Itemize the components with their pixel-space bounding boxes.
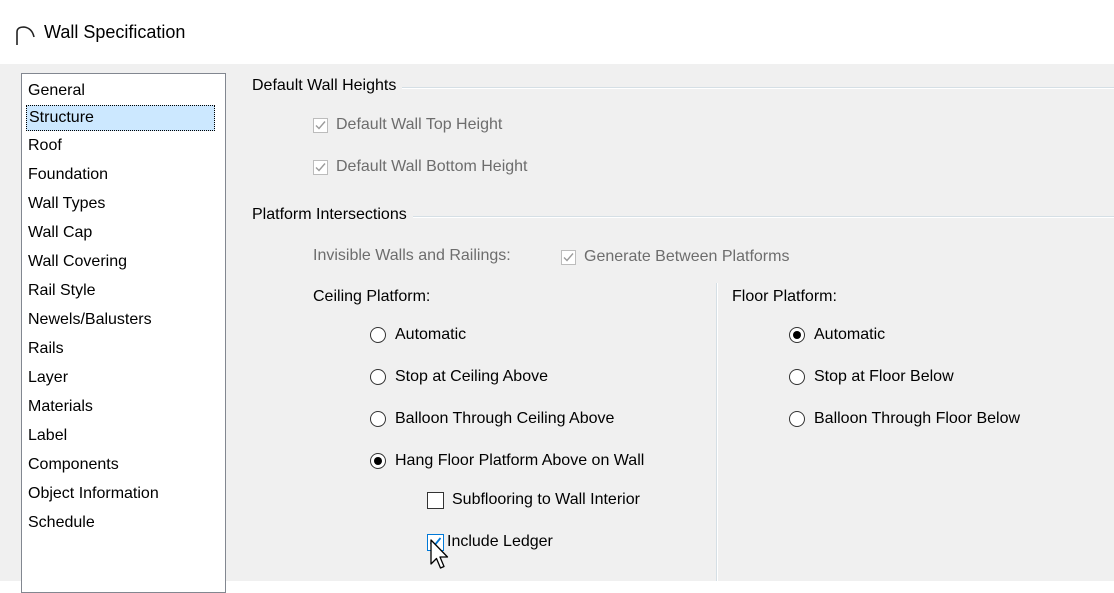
- ceiling-radio-hang-floor-platform[interactable]: Hang Floor Platform Above on Wall: [370, 449, 644, 473]
- category-item-newels-balusters[interactable]: Newels/Balusters: [26, 307, 154, 333]
- ceiling-platform-label: Ceiling Platform:: [313, 288, 431, 305]
- checkbox-label: Include Ledger: [447, 533, 553, 550]
- category-item-label[interactable]: Label: [26, 423, 69, 449]
- radio-selected-dot: [793, 331, 801, 339]
- floor-radio-balloon-through[interactable]: Balloon Through Floor Below: [789, 407, 1020, 431]
- ceiling-radio-automatic[interactable]: Automatic: [370, 323, 466, 347]
- category-item-foundation[interactable]: Foundation: [26, 162, 110, 188]
- floor-radio-stop-at-floor-below[interactable]: Stop at Floor Below: [789, 365, 954, 389]
- group-label-platform-intersections: Platform Intersections: [252, 206, 413, 224]
- radio-label: Hang Floor Platform Above on Wall: [395, 452, 645, 469]
- radio-selected-dot: [374, 457, 382, 465]
- group-label-wall-heights: Default Wall Heights: [252, 77, 403, 95]
- radio-circle: [370, 369, 386, 385]
- category-item-rails[interactable]: Rails: [26, 336, 66, 362]
- radio-label: Balloon Through Floor Below: [814, 410, 1021, 427]
- radio-label: Automatic: [395, 326, 467, 343]
- radio-circle: [370, 411, 386, 427]
- arch-icon: [16, 26, 35, 45]
- category-item-rail-style[interactable]: Rail Style: [26, 278, 98, 304]
- radio-circle: [789, 327, 805, 343]
- checkbox-label: Generate Between Platforms: [584, 248, 790, 265]
- generate-between-platforms-checkbox[interactable]: Generate Between Platforms: [561, 245, 789, 269]
- window-title: Wall Specification: [44, 22, 186, 42]
- checkbox-label: Default Wall Top Height: [336, 116, 503, 133]
- invisible-walls-label: Invisible Walls and Railings:: [313, 247, 511, 264]
- radio-label: Stop at Floor Below: [814, 368, 954, 385]
- floor-radio-automatic[interactable]: Automatic: [789, 323, 885, 347]
- checkbox-box: [427, 491, 444, 509]
- checkbox-label: Subflooring to Wall Interior: [452, 491, 640, 508]
- radio-circle: [789, 369, 805, 385]
- category-item-layer[interactable]: Layer: [26, 365, 70, 391]
- title-bar: Wall Specification: [0, 0, 1114, 64]
- category-item-schedule[interactable]: Schedule: [26, 510, 97, 536]
- checkbox-box: [313, 117, 328, 133]
- checkbox-box: [561, 249, 576, 265]
- category-item-object-information[interactable]: Object Information: [26, 481, 161, 507]
- checkbox-label: Default Wall Bottom Height: [336, 158, 528, 175]
- category-item-wall-covering[interactable]: Wall Covering: [26, 249, 129, 275]
- category-item-structure[interactable]: Structure: [26, 105, 215, 131]
- category-item-roof[interactable]: Roof: [26, 133, 64, 159]
- radio-label: Stop at Ceiling Above: [395, 368, 548, 385]
- ceiling-radio-stop-at-ceiling[interactable]: Stop at Ceiling Above: [370, 365, 548, 389]
- radio-label: Automatic: [814, 326, 886, 343]
- category-item-wall-cap[interactable]: Wall Cap: [26, 220, 94, 246]
- radio-circle: [370, 327, 386, 343]
- radio-circle: [370, 453, 386, 469]
- category-list[interactable]: General Structure Roof Foundation Wall T…: [21, 73, 226, 593]
- default-wall-top-height-checkbox[interactable]: Default Wall Top Height: [313, 113, 502, 137]
- category-item-components[interactable]: Components: [26, 452, 121, 478]
- category-item-materials[interactable]: Materials: [26, 394, 95, 420]
- checkbox-box: [313, 159, 328, 175]
- default-wall-bottom-height-checkbox[interactable]: Default Wall Bottom Height: [313, 155, 527, 179]
- radio-circle: [789, 411, 805, 427]
- ceiling-radio-balloon-through[interactable]: Balloon Through Ceiling Above: [370, 407, 614, 431]
- column-divider: [716, 283, 718, 581]
- category-item-wall-types[interactable]: Wall Types: [26, 191, 107, 217]
- radio-label: Balloon Through Ceiling Above: [395, 410, 615, 427]
- mouse-pointer-icon: [430, 539, 449, 569]
- category-item-general[interactable]: General: [26, 78, 87, 104]
- subflooring-to-wall-interior-checkbox[interactable]: Subflooring to Wall Interior: [427, 488, 640, 512]
- floor-platform-label: Floor Platform:: [732, 288, 837, 305]
